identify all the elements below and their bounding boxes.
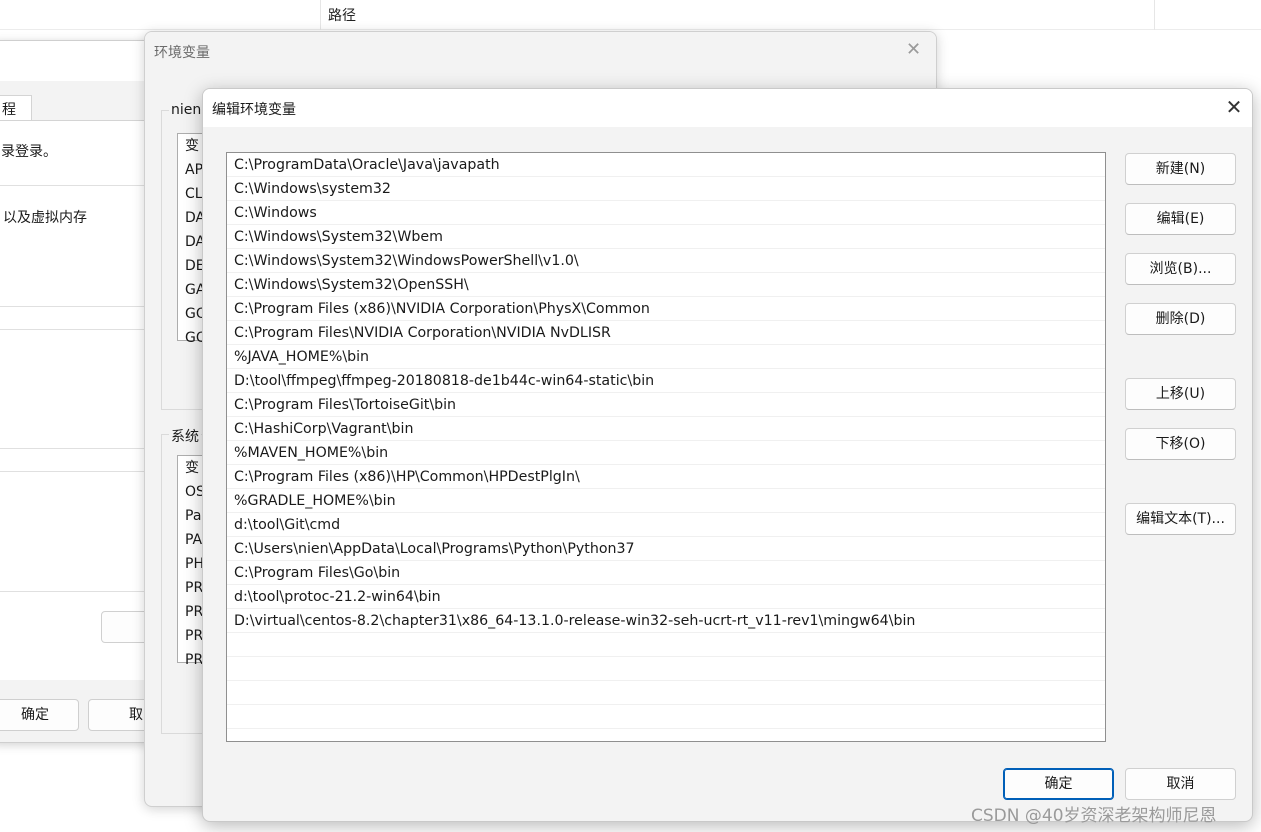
list-item[interactable]: D:\virtual\centos-8.2\chapter31\x86_64-1… — [227, 609, 1105, 633]
virtual-memory-text: 以及虚拟内存 — [3, 210, 87, 226]
empty-row[interactable] — [227, 729, 1105, 741]
edit-button[interactable]: 编辑(E) — [1125, 203, 1236, 235]
list-item[interactable]: C:\Users\nien\AppData\Local\Programs\Pyt… — [227, 537, 1105, 561]
move-up-button[interactable]: 上移(U) — [1125, 378, 1236, 410]
path-list[interactable]: C:\ProgramData\Oracle\Java\javapath C:\W… — [226, 152, 1106, 742]
list-item[interactable]: d:\tool\Git\cmd — [227, 513, 1105, 537]
empty-row[interactable] — [227, 681, 1105, 705]
move-down-button[interactable]: 下移(O) — [1125, 428, 1236, 460]
tab-label: 程 — [2, 102, 16, 118]
list-item[interactable]: C:\Program Files (x86)\HP\Common\HPDestP… — [227, 465, 1105, 489]
new-button[interactable]: 新建(N) — [1125, 153, 1236, 185]
close-icon[interactable]: ✕ — [906, 39, 921, 60]
list-item[interactable]: C:\Program Files\Go\bin — [227, 561, 1105, 585]
delete-button[interactable]: 删除(D) — [1125, 303, 1236, 335]
list-item[interactable]: C:\Program Files (x86)\NVIDIA Corporatio… — [227, 297, 1105, 321]
empty-row[interactable] — [227, 633, 1105, 657]
list-item[interactable]: %JAVA_HOME%\bin — [227, 345, 1105, 369]
empty-row[interactable] — [227, 657, 1105, 681]
list-item[interactable]: C:\Windows\System32\Wbem — [227, 225, 1105, 249]
system-variables-label: 系统 — [169, 426, 201, 446]
list-item[interactable]: C:\ProgramData\Oracle\Java\javapath — [227, 153, 1105, 177]
cancel-button[interactable]: 取消 — [1125, 768, 1236, 800]
column-divider — [1154, 0, 1155, 30]
explorer-header: 路径 — [0, 0, 1261, 30]
ok-button[interactable]: 确定 — [1003, 768, 1114, 800]
list-item[interactable]: C:\Windows\System32\OpenSSH\ — [227, 273, 1105, 297]
list-item[interactable]: C:\Program Files\NVIDIA Corporation\NVID… — [227, 321, 1105, 345]
browse-button[interactable]: 浏览(B)... — [1125, 253, 1236, 285]
list-item[interactable]: C:\HashiCorp\Vagrant\bin — [227, 417, 1105, 441]
user-variables-label: nien — [169, 102, 204, 118]
dialog-titlebar: 编辑环境变量 ✕ — [203, 89, 1252, 127]
edit-environment-variable-dialog: 编辑环境变量 ✕ C:\ProgramData\Oracle\Java\java… — [202, 88, 1253, 822]
empty-row[interactable] — [227, 705, 1105, 729]
list-item[interactable]: %GRADLE_HOME%\bin — [227, 489, 1105, 513]
login-text: 录登录。 — [1, 144, 57, 160]
dialog-title: 编辑环境变量 — [212, 102, 296, 118]
list-item[interactable]: D:\tool\ffmpeg\ffmpeg-20180818-de1b44c-w… — [227, 369, 1105, 393]
ok-label: 确定 — [21, 707, 49, 723]
cancel-label: 取 — [129, 707, 143, 723]
environment-variables-titlebar: 环境变量 ✕ — [145, 32, 936, 70]
tab-advanced[interactable]: 程 — [0, 95, 32, 121]
list-item[interactable]: C:\Windows\System32\WindowsPowerShell\v1… — [227, 249, 1105, 273]
list-item[interactable]: d:\tool\protoc-21.2-win64\bin — [227, 585, 1105, 609]
ok-button[interactable]: 确定 — [0, 699, 79, 731]
close-icon[interactable]: ✕ — [1221, 93, 1247, 121]
list-item[interactable]: C:\Program Files\TortoiseGit\bin — [227, 393, 1105, 417]
list-item[interactable]: C:\Windows\system32 — [227, 177, 1105, 201]
list-item[interactable]: %MAVEN_HOME%\bin — [227, 441, 1105, 465]
watermark: CSDN @40岁资深老架构师尼恩 — [971, 806, 1217, 826]
column-divider — [320, 0, 321, 30]
column-header-path[interactable]: 路径 — [328, 5, 356, 25]
edit-text-button[interactable]: 编辑文本(T)... — [1125, 503, 1236, 535]
window-title: 环境变量 — [154, 45, 210, 61]
list-item[interactable]: C:\Windows — [227, 201, 1105, 225]
